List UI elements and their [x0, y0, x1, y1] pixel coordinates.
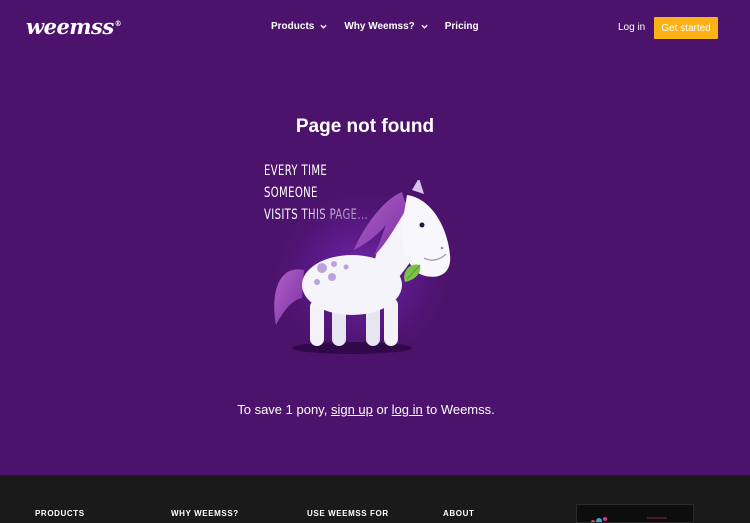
main-nav: Products Why Weemss? Pricing	[271, 21, 496, 32]
thumbnail-graphic	[591, 517, 667, 522]
message-before: To save 1 pony,	[237, 402, 331, 417]
footer-heading-why-weemss: WHY WEEMSS?	[171, 509, 239, 518]
site-footer: PRODUCTS WHY WEEMSS? USE WEEMSS FOR ABOU…	[0, 475, 750, 523]
nav-products[interactable]: Products	[271, 21, 327, 32]
footer-heading-use-weemss-for: USE WEEMSS FOR	[307, 509, 389, 518]
page-title: Page not found	[295, 116, 435, 137]
chevron-down-icon	[320, 24, 327, 29]
logo[interactable]: weemss®	[26, 14, 122, 39]
registered-mark: ®	[114, 19, 122, 28]
nav-why-weemss[interactable]: Why Weemss?	[344, 21, 428, 32]
footer-heading-products: PRODUCTS	[35, 509, 85, 518]
save-pony-message: To save 1 pony, sign up or log in to Wee…	[0, 402, 732, 417]
nav-why-weemss-label: Why Weemss?	[344, 21, 415, 32]
page: weemss® Products Why Weemss? Pricing Log…	[0, 0, 750, 523]
message-middle: or	[372, 402, 392, 417]
sad-pony-illustration	[267, 180, 457, 365]
get-started-button[interactable]: Get started	[654, 17, 718, 39]
login-link[interactable]: Log in	[618, 22, 645, 33]
nav-products-label: Products	[271, 21, 315, 32]
sign-up-link[interactable]: sign up	[331, 402, 373, 417]
site-header: weemss® Products Why Weemss? Pricing Log…	[0, 0, 750, 56]
chevron-down-icon	[421, 24, 428, 29]
log-in-link[interactable]: log in	[392, 402, 423, 417]
footer-heading-about: ABOUT	[443, 509, 475, 518]
logo-text: weemss	[26, 14, 114, 39]
nav-pricing[interactable]: Pricing	[445, 21, 479, 32]
message-after: to Weemss.	[422, 402, 495, 417]
footer-video-thumbnail[interactable]	[576, 504, 694, 523]
nav-pricing-label: Pricing	[444, 21, 479, 32]
